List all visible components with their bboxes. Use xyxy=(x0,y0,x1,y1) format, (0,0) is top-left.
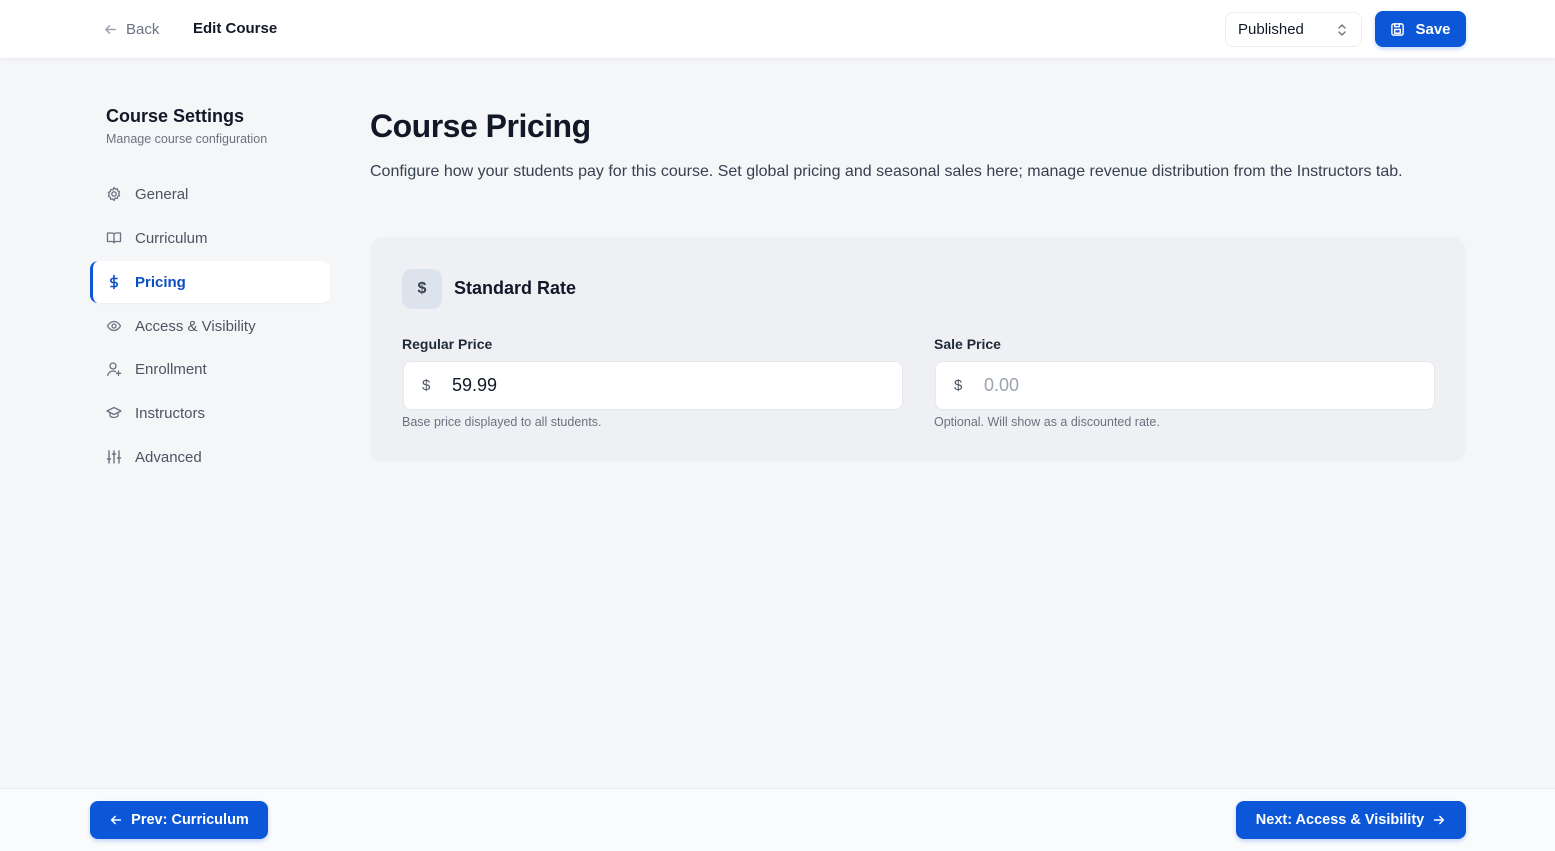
regular-price-help: Base price displayed to all students. xyxy=(402,415,602,429)
sidebar-item-label: General xyxy=(135,185,189,203)
chevron-up-down-icon xyxy=(1338,24,1346,36)
prev-button[interactable]: Prev: Curriculum xyxy=(90,801,268,839)
sidebar-item-label: Advanced xyxy=(135,448,202,466)
sale-price-help: Optional. Will show as a discounted rate… xyxy=(934,415,1160,429)
sidebar-item-instructors[interactable]: Instructors xyxy=(90,392,330,434)
next-label: Next: Access & Visibility xyxy=(1255,812,1425,828)
page-description: Configure how your students pay for this… xyxy=(370,163,1403,180)
next-button[interactable]: Next: Access & Visibility xyxy=(1236,801,1466,839)
regular-price-label: Regular Price xyxy=(402,336,493,352)
save-icon xyxy=(1391,22,1405,36)
prev-label: Prev: Curriculum xyxy=(131,812,249,828)
page-title: Course Pricing xyxy=(370,108,591,144)
sidebar-subtitle: Manage course configuration xyxy=(106,132,268,146)
back-button[interactable]: Back xyxy=(103,18,159,40)
user-plus-icon xyxy=(107,362,122,377)
sale-price-input[interactable]: $ 0.00 xyxy=(935,361,1435,410)
arrow-left-icon xyxy=(105,24,116,34)
save-button[interactable]: Save xyxy=(1375,11,1466,47)
sidebar-item-enrollment[interactable]: Enrollment xyxy=(90,348,330,390)
sidebar-item-label: Curriculum xyxy=(135,229,208,247)
sidebar-title: Course Settings xyxy=(106,106,245,126)
regular-price-input[interactable]: $ 59.99 xyxy=(403,361,903,410)
sidebar-item-label: Enrollment xyxy=(135,360,207,378)
arrow-right-icon xyxy=(1434,815,1445,825)
save-label: Save xyxy=(1415,20,1451,38)
footer-bar: Prev: Curriculum Next: Access & Visibili… xyxy=(0,788,1555,851)
standard-rate-card: $ Standard Rate Regular Price $ 59.99 Ba… xyxy=(370,237,1466,462)
back-label: Back xyxy=(126,20,160,38)
sidebar-item-access-visibility[interactable]: Access & Visibility xyxy=(90,305,330,347)
sidebar-item-label: Instructors xyxy=(135,404,206,422)
sale-price-label: Sale Price xyxy=(934,336,1001,352)
sliders-icon xyxy=(106,450,122,464)
card-title: Standard Rate xyxy=(454,278,577,298)
sidebar-item-general[interactable]: General xyxy=(90,173,330,215)
currency-symbol: $ xyxy=(422,377,431,394)
sidebar-item-curriculum[interactable]: Curriculum xyxy=(90,217,330,259)
eye-icon xyxy=(106,320,122,332)
arrow-left-icon xyxy=(111,815,122,825)
book-icon xyxy=(106,232,122,244)
dollar-icon xyxy=(110,274,118,290)
currency-symbol: $ xyxy=(954,377,963,394)
sale-price-placeholder: 0.00 xyxy=(984,375,1020,395)
header-title: Edit Course xyxy=(193,20,278,37)
top-bar: Back Edit Course Published Save xyxy=(0,0,1555,59)
status-value: Published xyxy=(1238,21,1304,38)
sidebar-item-label: Pricing xyxy=(135,273,186,291)
regular-price-value: 59.99 xyxy=(452,375,498,395)
graduation-cap-icon xyxy=(106,406,122,419)
sidebar-item-pricing[interactable]: Pricing xyxy=(90,261,330,303)
status-select[interactable]: Published xyxy=(1225,12,1362,47)
dollar-icon: $ xyxy=(402,269,442,309)
sidebar-item-label: Access & Visibility xyxy=(135,317,256,335)
gear-icon xyxy=(107,186,121,202)
sidebar-item-advanced[interactable]: Advanced xyxy=(90,436,330,478)
